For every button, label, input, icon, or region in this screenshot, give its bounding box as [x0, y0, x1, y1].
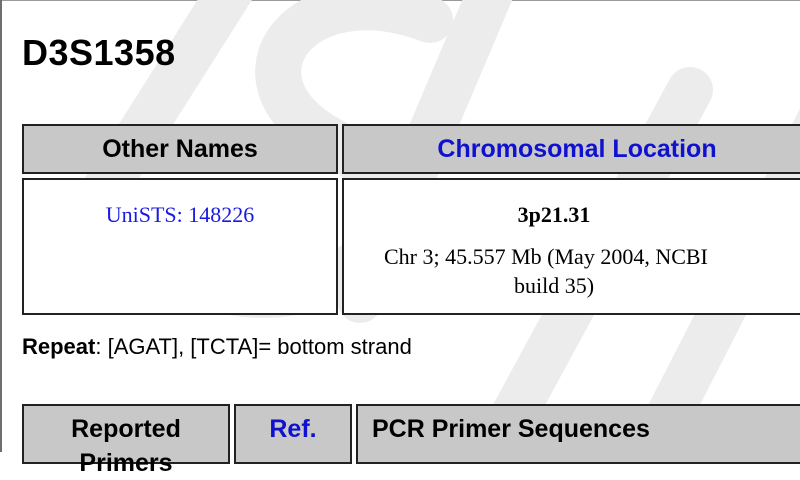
page-title: D3S1358	[22, 32, 176, 73]
repeat-line: Repeat: [AGAT], [TCTA]= bottom strand	[22, 334, 412, 360]
reported-primers-label-line2: Primers	[79, 449, 173, 477]
ref-link[interactable]: Ref.	[269, 412, 316, 446]
reported-primers-header: Reported Primers	[22, 404, 230, 477]
reported-primers-label: Reported	[71, 415, 181, 443]
cytogenetic-band: 3p21.31	[517, 202, 591, 227]
pcr-primer-sequences-header: PCR Primer Sequences	[356, 404, 800, 464]
other-names-cell: UniSTS: 148226	[22, 178, 338, 315]
window-left-edge	[0, 0, 2, 452]
ref-header[interactable]: Ref.	[234, 404, 352, 464]
genomic-position-line1: Chr 3; 45.557 Mb (May 2004, NCBI	[384, 244, 708, 269]
pcr-primer-sequences-label: PCR Primer Sequences	[372, 415, 650, 443]
chromosomal-location-cell: 3p21.31 Chr 3; 45.557 Mb (May 2004, NCBI…	[342, 178, 800, 315]
chromosomal-location-link[interactable]: Chromosomal Location	[437, 135, 716, 164]
repeat-value: : [AGAT], [TCTA]= bottom strand	[95, 334, 412, 359]
window-top-edge	[0, 0, 800, 1]
other-names-header-label: Other Names	[102, 134, 258, 163]
chromosomal-location-header[interactable]: Chromosomal Location	[342, 124, 800, 174]
unists-link[interactable]: UniSTS: 148226	[24, 202, 336, 228]
genomic-position-line2: build 35)	[513, 273, 595, 298]
repeat-label: Repeat	[22, 334, 96, 359]
other-names-header: Other Names	[22, 124, 338, 174]
